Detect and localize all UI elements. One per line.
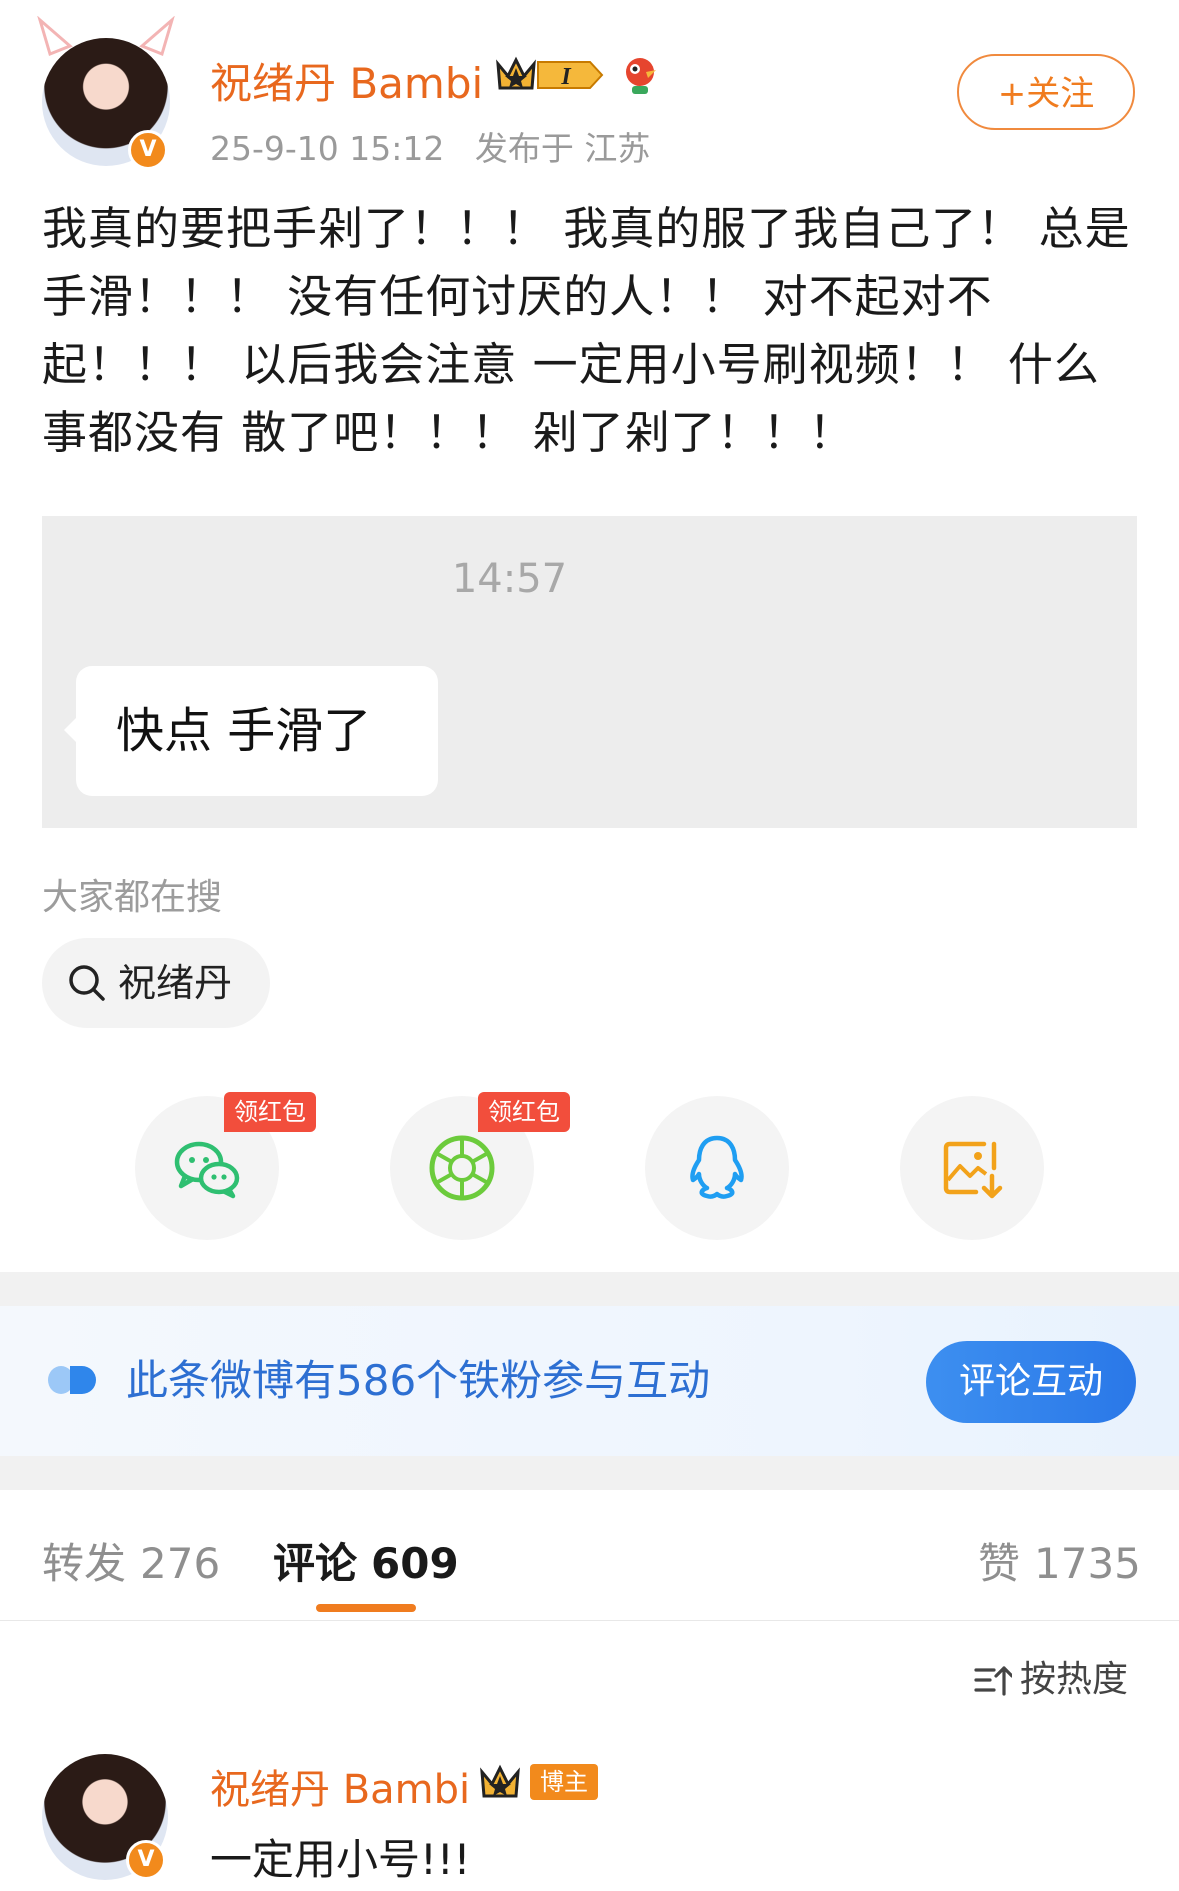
verified-badge-icon: V [126,1840,166,1880]
tab-like[interactable]: 赞 1735 [978,1530,1141,1591]
chat-bubble: 快点 手滑了 [76,666,438,796]
svg-text:I: I [560,64,572,90]
tab-comment[interactable]: 评论 609 [273,1530,459,1591]
post-image[interactable]: 14:57 快点 手滑了 [42,516,1137,828]
follow-button[interactable]: +关注 [957,54,1135,130]
fans-icon [48,1366,96,1394]
tab-like-count: 1735 [1034,1539,1141,1588]
qq-icon [690,1135,744,1199]
sort-label: 按热度 [1020,1659,1129,1700]
section-divider [0,1272,1179,1306]
blogger-badge: 博主 [530,1764,598,1800]
share-qq-button[interactable] [645,1096,789,1240]
chat-timestamp: 14:57 [451,556,568,602]
sort-by-hot-button[interactable]: 按热度 [974,1650,1128,1702]
tab-comment-count: 609 [371,1539,459,1588]
search-icon [69,965,105,1001]
wechat-icon [174,1141,240,1199]
tab-repost[interactable]: 转发 276 [42,1530,220,1591]
post-body: 我真的要把手剁了！！！ 我真的服了我自己了！ 总是手滑！！！ 没有任何讨厌的人！… [42,202,1131,459]
red-packet-badge: 领红包 [478,1092,570,1132]
active-tab-indicator [316,1604,416,1612]
post-meta: 25-9-10 15:12 发布于 江苏 [210,122,670,170]
comment-interact-button[interactable]: 评论互动 [926,1341,1136,1423]
mascot-icon [626,58,656,94]
search-chip[interactable]: 祝绪丹 [42,938,270,1028]
vip-crown-icon [480,1764,520,1798]
vip-crown-badge-icon[interactable]: I [494,54,606,96]
post-time: 25-9-10 15:12 [210,129,445,168]
tab-comment-label: 评论 [273,1539,358,1588]
author-name[interactable]: 祝绪丹 Bambi [210,50,483,111]
search-chip-label: 祝绪丹 [118,961,233,1005]
save-image-icon [943,1141,1003,1199]
chat-bubble-text: 快点 手滑了 [116,703,372,759]
red-packet-badge: 领红包 [224,1092,316,1132]
post-location: 发布于 江苏 [474,129,651,168]
verified-badge-icon: V [128,130,168,170]
moments-icon [429,1135,495,1201]
section-divider [0,1456,1179,1490]
comment-text: 一定用小号!!! [210,1835,471,1884]
tab-repost-count: 276 [140,1539,221,1588]
fans-interaction-banner[interactable]: 此条微博有586个铁粉参与互动 评论互动 [0,1306,1179,1456]
fans-banner-text: 此条微博有586个铁粉参与互动 [126,1356,711,1405]
save-image-button[interactable] [900,1096,1044,1240]
trending-search-title: 大家都在搜 [42,877,223,918]
sort-icon [974,1666,1014,1696]
commenter-name[interactable]: 祝绪丹 Bambi [210,1757,470,1815]
tabs-divider [0,1620,1179,1621]
tab-like-label: 赞 [978,1539,1021,1588]
tab-repost-label: 转发 [42,1539,127,1588]
